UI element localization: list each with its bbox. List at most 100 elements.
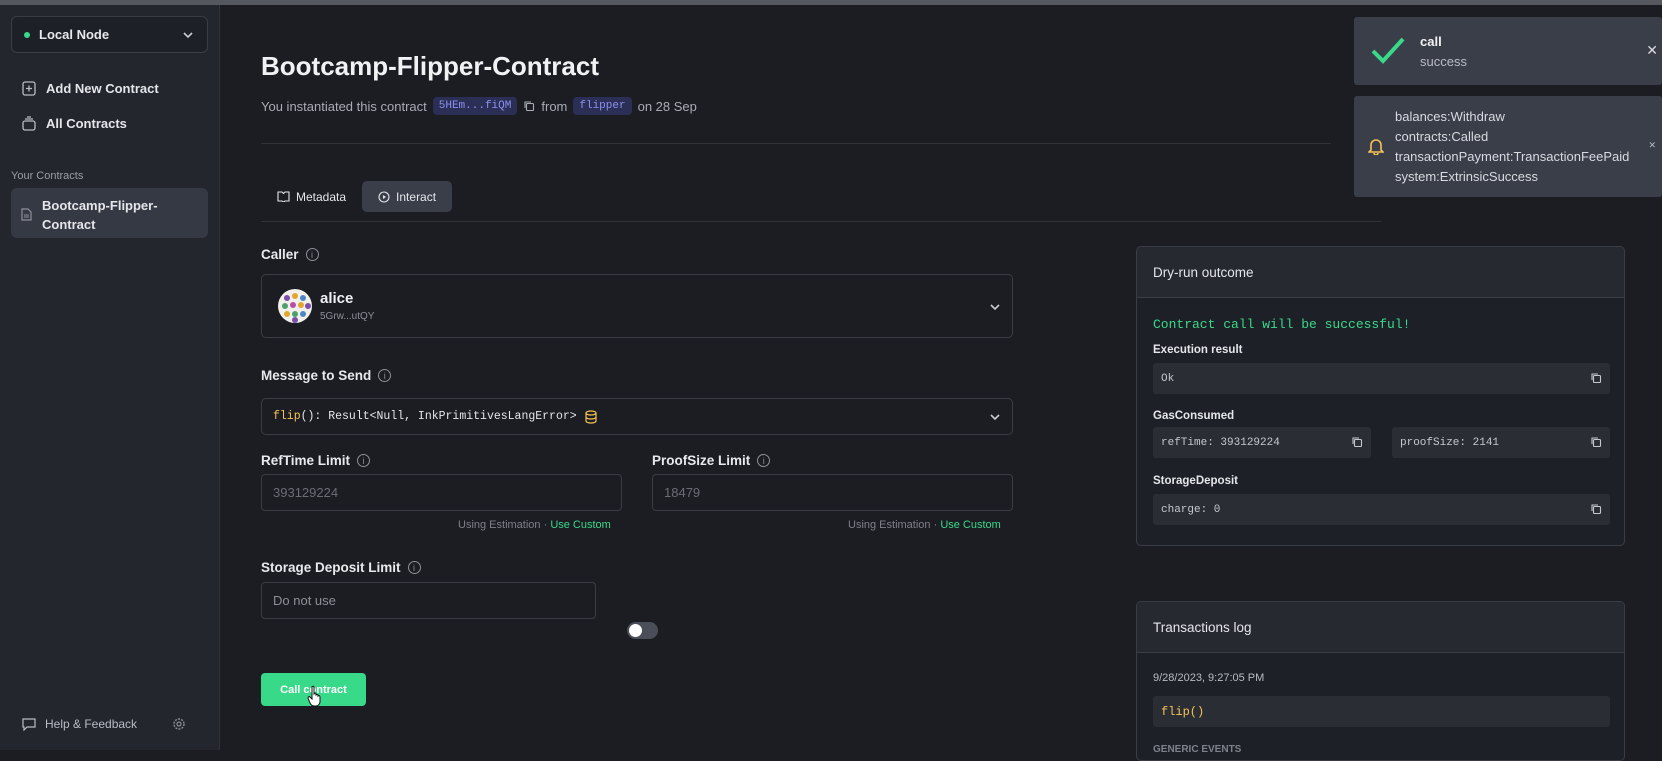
- reftime-consumed-value: refTime: 393129224: [1161, 436, 1280, 449]
- storage-deposit-result-label: StorageDeposit: [1153, 475, 1238, 487]
- proofsize-estimation-hint: Using Estimation · Use Custom: [848, 519, 1001, 531]
- reftime-consumed-field: refTime: 393129224: [1153, 427, 1371, 458]
- sidebar: Local Node Add New Contract All Contract…: [0, 5, 220, 750]
- message-select[interactable]: flip (): Result<Null, InkPrimitivesLangE…: [261, 398, 1013, 435]
- tab-metadata[interactable]: Metadata: [261, 181, 362, 212]
- message-signature: (): Result<Null, InkPrimitivesLangError>: [300, 410, 577, 423]
- storage-deposit-field: charge: 0: [1153, 494, 1610, 525]
- header-divider: [261, 143, 1331, 144]
- help-feedback-link[interactable]: Help & Feedback: [22, 717, 137, 731]
- reftime-input[interactable]: 393129224: [261, 474, 622, 511]
- dry-run-title: Dry-run outcome: [1137, 247, 1624, 298]
- copy-icon[interactable]: [1590, 372, 1602, 384]
- check-icon: [1371, 37, 1405, 64]
- toast-event-line: system:ExtrinsicSuccess: [1395, 169, 1539, 184]
- dry-run-panel: Dry-run outcome Contract call will be su…: [1136, 246, 1625, 546]
- toast-event-line: contracts:Called: [1395, 129, 1489, 144]
- copy-icon[interactable]: [523, 100, 535, 112]
- node-label: Local Node: [39, 27, 110, 42]
- transactions-log-title: Transactions log: [1137, 602, 1624, 653]
- estimation-text: Using Estimation ·: [458, 519, 551, 531]
- execution-result-field: Ok: [1153, 363, 1610, 394]
- help-feedback-label: Help & Feedback: [45, 717, 138, 731]
- reftime-estimation-hint: Using Estimation · Use Custom: [458, 519, 611, 531]
- caller-select[interactable]: alice 5Grw...utQY: [261, 274, 1013, 338]
- database-icon: [585, 409, 597, 424]
- add-file-icon: [22, 81, 36, 96]
- info-icon[interactable]: i: [407, 561, 421, 574]
- close-icon[interactable]: ✕: [1648, 140, 1656, 151]
- chevron-down-icon: [183, 31, 193, 38]
- instantiation-date: on 28 Sep: [637, 98, 697, 114]
- caller-details: alice 5Grw...utQY: [320, 290, 374, 322]
- contract-address-chip[interactable]: 5HEm...fiQM: [432, 97, 518, 115]
- execution-result-value: Ok: [1161, 372, 1175, 385]
- add-new-contract-label: Add New Contract: [46, 81, 159, 96]
- reftime-use-custom-link[interactable]: Use Custom: [550, 519, 611, 531]
- transactions-log-panel: Transactions log 9/28/2023, 9:27:05 PM f…: [1136, 601, 1625, 761]
- document-icon: [21, 208, 32, 221]
- caller-name: alice: [320, 290, 354, 307]
- transaction-timestamp: 9/28/2023, 9:27:05 PM: [1153, 672, 1265, 684]
- all-contracts-link[interactable]: All Contracts: [22, 116, 127, 131]
- success-toast: call success ✕: [1354, 17, 1662, 85]
- events-toast: balances:Withdraw contracts:Called trans…: [1354, 96, 1662, 197]
- info-icon[interactable]: i: [357, 454, 371, 467]
- info-icon[interactable]: i: [378, 369, 392, 382]
- tab-metadata-label: Metadata: [296, 189, 347, 204]
- gear-icon[interactable]: [172, 717, 186, 731]
- add-new-contract-link[interactable]: Add New Contract: [22, 81, 159, 96]
- transaction-call: flip(): [1153, 696, 1610, 727]
- caller-address: 5Grw...utQY: [320, 311, 375, 322]
- your-contracts-heading: Your Contracts: [11, 170, 84, 182]
- info-icon[interactable]: i: [305, 248, 319, 261]
- proofsize-label: ProofSize Limit i: [652, 453, 771, 468]
- from-word: from: [541, 98, 568, 114]
- info-icon[interactable]: i: [757, 454, 771, 467]
- instantiation-prefix: You instantiated this contract: [261, 98, 427, 114]
- hand-cursor-icon: [307, 685, 321, 707]
- storage-deposit-input[interactable]: Do not use: [261, 582, 596, 619]
- storage-deposit-toggle[interactable]: [627, 622, 658, 639]
- node-selector[interactable]: Local Node: [11, 16, 208, 53]
- all-contracts-label: All Contracts: [46, 116, 127, 131]
- copy-icon[interactable]: [1351, 436, 1363, 448]
- caller-label: Caller i: [261, 247, 319, 262]
- avatar: [278, 289, 312, 323]
- proofsize-consumed-value: proofSize: 2141: [1400, 436, 1500, 449]
- toast-event-list: balances:Withdraw contracts:Called trans…: [1395, 107, 1629, 187]
- toast-subtitle: success: [1420, 54, 1467, 69]
- page-title: Bootcamp-Flipper-Contract: [261, 51, 599, 81]
- node-status-dot: [24, 31, 30, 38]
- proofsize-label-text: ProofSize Limit: [652, 453, 751, 468]
- chevron-down-icon: [990, 414, 1000, 421]
- message-function-name: flip: [273, 410, 301, 423]
- dry-run-success-message: Contract call will be successful!: [1153, 317, 1411, 332]
- bell-icon: [1368, 139, 1384, 155]
- copy-icon[interactable]: [1590, 503, 1602, 515]
- sidebar-item-bootcamp-flipper-contract[interactable]: Bootcamp-Flipper-Contract: [11, 188, 208, 238]
- message-label-text: Message to Send: [261, 368, 372, 383]
- stack-icon: [22, 116, 36, 131]
- storage-deposit-label-text: Storage Deposit Limit: [261, 560, 401, 575]
- tab-bar: Metadata Interact: [261, 181, 453, 212]
- proofsize-input[interactable]: 18479: [652, 474, 1013, 511]
- chat-icon: [22, 717, 36, 731]
- reftime-label-text: RefTime Limit: [261, 453, 351, 468]
- estimation-text: Using Estimation ·: [848, 519, 941, 531]
- reftime-label: RefTime Limit i: [261, 453, 371, 468]
- play-circle-icon: [378, 190, 390, 203]
- sidebar-contract-label: Bootcamp-Flipper-Contract: [42, 198, 158, 232]
- copy-icon[interactable]: [1590, 436, 1602, 448]
- tab-divider: [261, 221, 1381, 222]
- toast-event-line: balances:Withdraw: [1395, 109, 1505, 124]
- toast-title: call: [1420, 34, 1442, 49]
- code-name-chip[interactable]: flipper: [573, 97, 632, 115]
- proofsize-use-custom-link[interactable]: Use Custom: [940, 519, 1001, 531]
- caller-label-text: Caller: [261, 247, 299, 262]
- tab-interact[interactable]: Interact: [362, 181, 453, 212]
- storage-deposit-value: charge: 0: [1161, 503, 1221, 516]
- instantiation-info: You instantiated this contract 5HEm...fi…: [261, 97, 697, 115]
- execution-result-label: Execution result: [1153, 344, 1243, 356]
- close-icon[interactable]: ✕: [1646, 42, 1658, 59]
